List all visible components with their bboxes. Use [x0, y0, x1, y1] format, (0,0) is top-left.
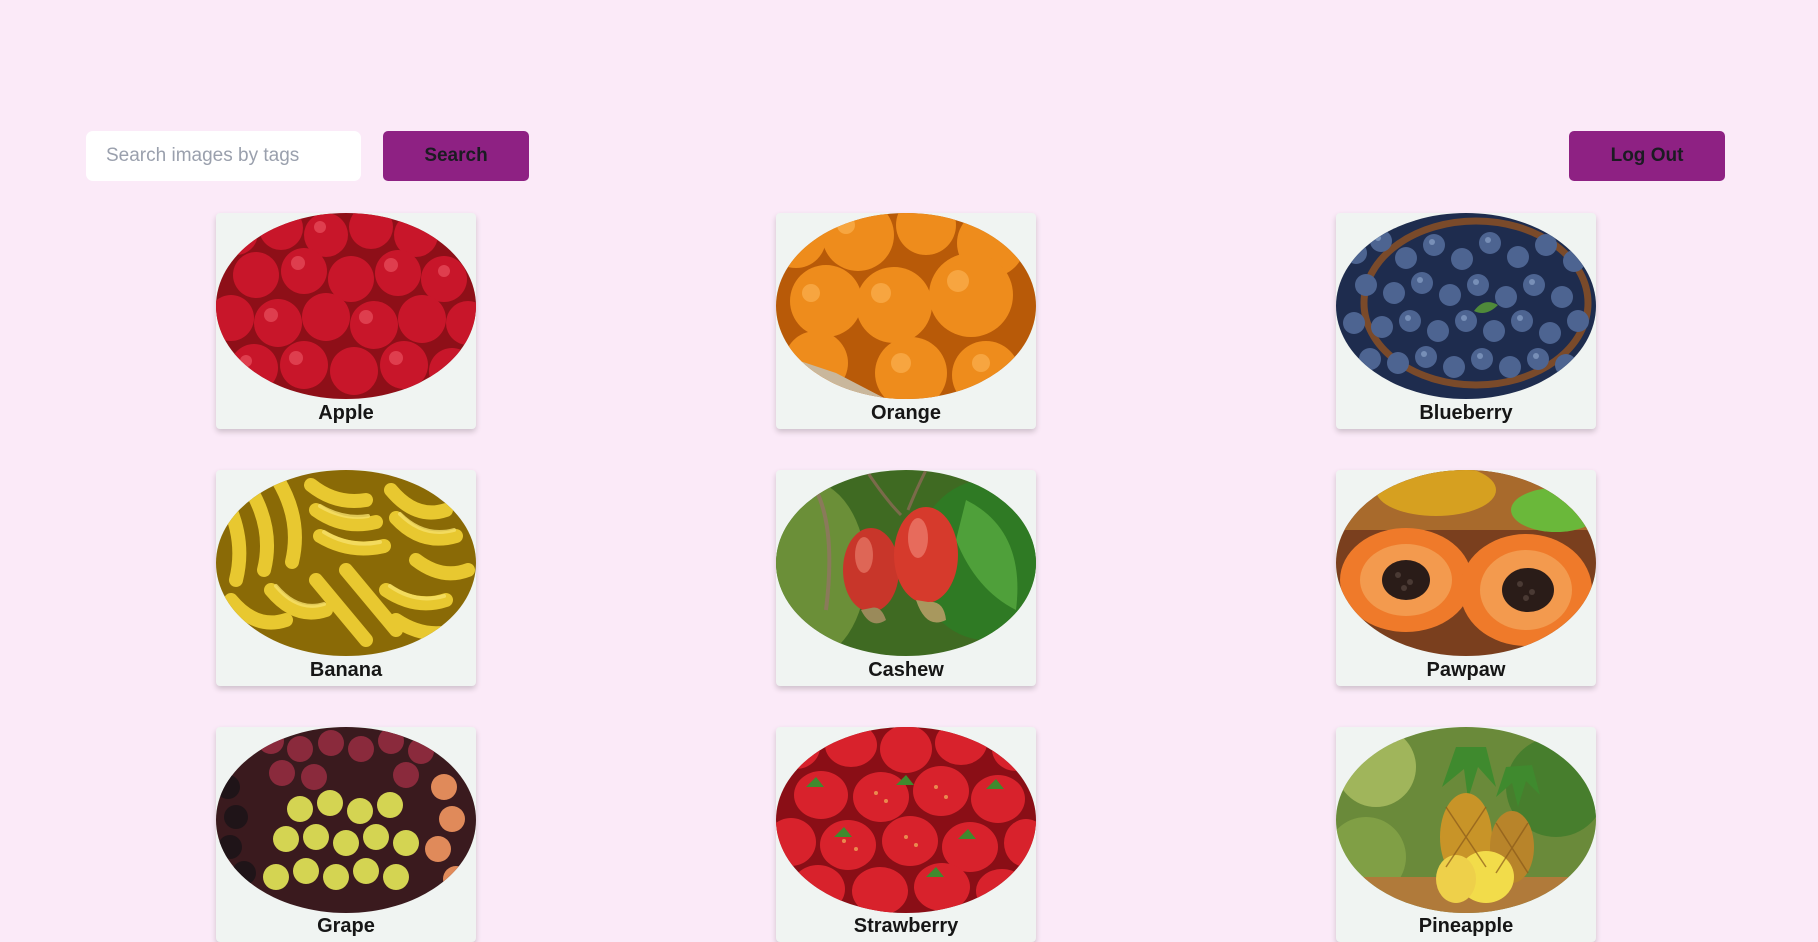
cashew-image[interactable]	[776, 470, 1036, 656]
apple-image[interactable]	[216, 213, 476, 399]
gallery-card-blueberry[interactable]: Blueberry	[1336, 213, 1596, 429]
search-input[interactable]	[86, 131, 361, 181]
card-label: Banana	[309, 659, 383, 681]
card-label: Orange	[870, 402, 942, 424]
grape-image[interactable]	[216, 727, 476, 913]
blueberry-image[interactable]	[1336, 213, 1596, 399]
toolbar: Search Log Out	[86, 131, 1725, 181]
gallery-card-pawpaw[interactable]: Pawpaw	[1336, 470, 1596, 686]
gallery-card-cashew[interactable]: Cashew	[776, 470, 1036, 686]
pineapple-image[interactable]	[1336, 727, 1596, 913]
card-label: Cashew	[868, 659, 944, 681]
gallery-card-apple[interactable]: Apple	[216, 213, 476, 429]
gallery-card-orange[interactable]: Orange	[776, 213, 1036, 429]
gallery-card-strawberry[interactable]: Strawberry	[776, 727, 1036, 942]
card-label: Blueberry	[1419, 402, 1513, 424]
search-button[interactable]: Search	[383, 131, 529, 181]
strawberry-image[interactable]	[776, 727, 1036, 913]
gallery-card-pineapple[interactable]: Pineapple	[1336, 727, 1596, 942]
pawpaw-image[interactable]	[1336, 470, 1596, 656]
card-label: Pawpaw	[1426, 659, 1506, 681]
gallery-card-banana[interactable]: Banana	[216, 470, 476, 686]
card-label: Grape	[317, 915, 375, 937]
card-label: Pineapple	[1418, 915, 1514, 937]
logout-button[interactable]: Log Out	[1569, 131, 1725, 181]
card-label: Apple	[318, 402, 374, 424]
banana-image[interactable]	[216, 470, 476, 656]
orange-image[interactable]	[776, 213, 1036, 399]
card-label: Strawberry	[853, 915, 959, 937]
gallery-card-grape[interactable]: Grape	[216, 727, 476, 942]
